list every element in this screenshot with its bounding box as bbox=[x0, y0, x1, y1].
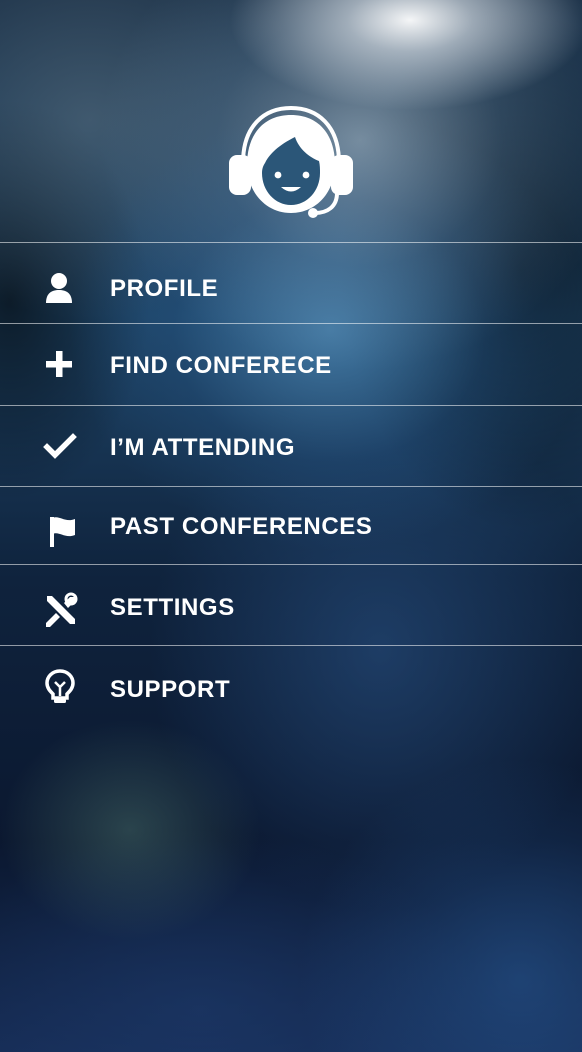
menu-item-past-conferences[interactable]: PAST CONFERENCES bbox=[0, 487, 582, 565]
lightbulb-icon bbox=[40, 668, 80, 708]
person-icon bbox=[40, 270, 80, 310]
wrench-screwdriver-icon bbox=[40, 591, 80, 631]
menu-label-attending: I’M ATTENDING bbox=[110, 434, 296, 461]
menu-label-settings: SETTINGS bbox=[110, 594, 235, 621]
menu-item-settings[interactable]: SETTINGS bbox=[0, 565, 582, 646]
menu-label-support: SUPPORT bbox=[110, 676, 231, 703]
menu-header bbox=[0, 0, 582, 243]
menu-item-profile[interactable]: PROFILE bbox=[0, 243, 582, 324]
menu-screen: PROFILE FIND CONFERECE I’M ATTENDING PAS… bbox=[0, 0, 582, 1052]
menu-label-profile: PROFILE bbox=[110, 275, 219, 302]
menu-item-support[interactable]: SUPPORT bbox=[0, 646, 582, 736]
menu-item-attending[interactable]: I’M ATTENDING bbox=[0, 406, 582, 487]
navigation-menu: PROFILE FIND CONFERECE I’M ATTENDING PAS… bbox=[0, 242, 582, 736]
checkmark-icon bbox=[40, 428, 80, 468]
menu-item-find-conference[interactable]: FIND CONFERECE bbox=[0, 324, 582, 406]
support-agent-headset-icon bbox=[229, 105, 353, 218]
menu-label-past-conferences: PAST CONFERENCES bbox=[110, 513, 373, 540]
flag-icon bbox=[40, 511, 80, 551]
menu-label-find-conference: FIND CONFERECE bbox=[110, 352, 332, 379]
plus-icon bbox=[40, 346, 80, 386]
